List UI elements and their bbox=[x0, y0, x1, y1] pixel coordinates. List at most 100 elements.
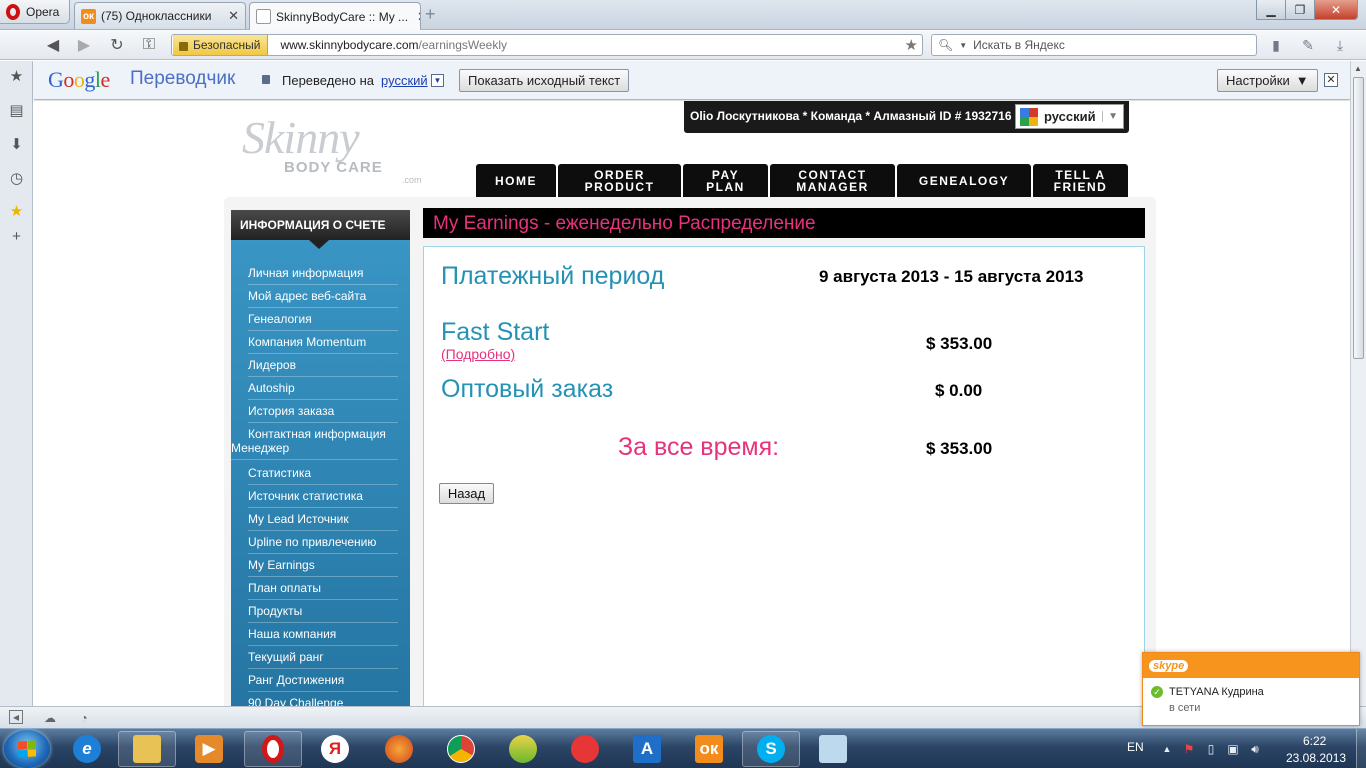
notes-icon[interactable]: ✎ bbox=[1300, 37, 1316, 53]
restore-window-button[interactable]: ❐ bbox=[1285, 0, 1315, 20]
sidebar-item-my-earnings[interactable]: My Earnings bbox=[248, 558, 398, 577]
scroll-thumb[interactable] bbox=[1353, 77, 1364, 359]
input-language[interactable]: EN bbox=[1127, 740, 1144, 754]
security-badge[interactable]: Безопасный bbox=[173, 35, 269, 55]
sidebar-item-90-day-challenge[interactable]: 90 Day Challenge bbox=[248, 696, 398, 706]
forward-arrow-icon[interactable]: ▶ bbox=[73, 35, 95, 55]
taskbar-notes[interactable] bbox=[804, 731, 862, 767]
taskbar-skype[interactable]: S bbox=[742, 731, 800, 767]
total-label: За все время: bbox=[618, 433, 780, 461]
sidebar-item-source-statistics[interactable]: Источник статистика bbox=[248, 489, 398, 508]
clock-date[interactable]: 23.08.2013 bbox=[1286, 751, 1346, 765]
sidebar-item-order-history[interactable]: История заказа bbox=[248, 404, 398, 423]
close-translate-bar-icon[interactable]: ✕ bbox=[1324, 73, 1338, 87]
sidebar-item-rank-achievement[interactable]: Ранг Достижения bbox=[248, 673, 398, 692]
start-button[interactable] bbox=[4, 730, 50, 768]
history-clock-icon[interactable]: ◷ bbox=[8, 169, 25, 187]
taskbar-yandex-browser[interactable]: Я bbox=[306, 731, 364, 767]
tab-close-icon[interactable]: ✕ bbox=[224, 8, 239, 24]
address-field[interactable]: Безопасный www.skinnybodycare.com/earnin… bbox=[171, 34, 923, 56]
taskbar-firefox[interactable] bbox=[370, 731, 428, 767]
sidebar-item-products[interactable]: Продукты bbox=[248, 604, 398, 623]
taskbar-mail-agent[interactable] bbox=[556, 731, 614, 767]
nav-genealogy[interactable]: GENEALOGY bbox=[897, 164, 1031, 197]
sidebar-item-lead-source[interactable]: My Lead Источник bbox=[248, 512, 398, 531]
bookmark-star-icon[interactable]: ★ bbox=[905, 36, 918, 54]
volume-icon[interactable]: 🔊︎ bbox=[1248, 742, 1262, 756]
language-dropdown-icon[interactable]: ▼ bbox=[431, 74, 444, 87]
cloud-icon[interactable]: ☁ bbox=[42, 710, 58, 726]
show-desktop-button[interactable] bbox=[1356, 729, 1366, 768]
clock-time[interactable]: 6:22 bbox=[1303, 734, 1326, 748]
target-language-link[interactable]: русский bbox=[381, 73, 428, 88]
nav-order-product[interactable]: ORDER PRODUCT bbox=[558, 164, 681, 197]
search-field[interactable]: 🔍︎ ▼ Искать в Яндекс bbox=[931, 34, 1257, 56]
translate-settings-button[interactable]: Настройки ▼ bbox=[1217, 69, 1318, 92]
sidebar-item-personal-info[interactable]: Личная информация bbox=[248, 266, 398, 285]
close-window-button[interactable]: ✕ bbox=[1314, 0, 1358, 20]
skype-header: skype bbox=[1143, 653, 1359, 678]
speed-dial-star-icon[interactable]: ★ bbox=[8, 202, 25, 220]
sidebar-item-contact-manager[interactable]: Контактная информация Менеджер bbox=[231, 427, 398, 460]
notes-panel-icon[interactable]: ▤ bbox=[8, 101, 25, 119]
taskbar-internet-explorer[interactable]: e bbox=[58, 731, 116, 767]
taskbar-explorer[interactable] bbox=[118, 731, 176, 767]
toggle-panel-icon[interactable]: ◂ bbox=[9, 710, 23, 724]
site-logo-script[interactable]: Skinny bbox=[242, 111, 360, 164]
sidebar-item-upline[interactable]: Upline по привлечению bbox=[248, 535, 398, 554]
back-arrow-icon[interactable]: ◀ bbox=[42, 35, 64, 55]
stats-icon[interactable]: ▮ bbox=[1268, 37, 1284, 53]
taskbar-app-a[interactable]: A bbox=[618, 731, 676, 767]
reload-icon[interactable]: ↻ bbox=[106, 35, 128, 55]
taskbar-odnoklassniki[interactable]: ок bbox=[680, 731, 738, 767]
downloads-panel-icon[interactable]: ⬇ bbox=[8, 135, 25, 153]
sidebar-item-momentum[interactable]: Компания Momentum bbox=[248, 335, 398, 354]
nav-tell-a-friend[interactable]: TELL A FRIEND bbox=[1033, 164, 1128, 197]
sidebar-item-pay-plan[interactable]: План оплаты bbox=[248, 581, 398, 600]
web-page: Skinny BODY CARE .com Olio Лоскутникова … bbox=[34, 101, 1350, 706]
download-icon[interactable]: ⤓ bbox=[1332, 37, 1348, 53]
fast-start-details-link[interactable]: (Подробно) bbox=[441, 346, 515, 362]
scroll-up-icon[interactable]: ▲ bbox=[1354, 64, 1362, 73]
sidebar-item-statistics[interactable]: Статистика bbox=[248, 466, 398, 485]
network-icon[interactable]: ▣ bbox=[1226, 742, 1240, 756]
add-panel-icon[interactable]: + bbox=[8, 228, 25, 245]
key-icon[interactable]: ⚿ bbox=[138, 35, 160, 55]
nav-home[interactable]: HOME bbox=[476, 164, 556, 197]
back-button[interactable]: Назад bbox=[439, 483, 494, 504]
tab-close-icon[interactable]: ✕ bbox=[413, 9, 420, 25]
site-logo-bodycare[interactable]: BODY CARE bbox=[284, 159, 383, 176]
nav-pay-plan[interactable]: PAY PLAN bbox=[683, 164, 768, 197]
user-info-bar: Olio Лоскутникова * Команда * Алмазный I… bbox=[684, 101, 1129, 133]
taskbar-media-player[interactable]: ▶ bbox=[180, 731, 238, 767]
flag-warning-icon[interactable]: ⚑ bbox=[1182, 742, 1196, 756]
sidebar-item-autoship[interactable]: Autoship bbox=[248, 381, 398, 400]
tab-skinnybodycare[interactable]: SkinnyBodyCare :: My ... ✕ bbox=[249, 2, 421, 30]
minimize-window-button[interactable]: ▁ bbox=[1256, 0, 1286, 20]
sidebar-item-current-rank[interactable]: Текущий ранг bbox=[248, 650, 398, 669]
taskbar-amigo[interactable] bbox=[494, 731, 552, 767]
sidebar-header: ИНФОРМАЦИЯ О СЧЕТЕ bbox=[231, 210, 410, 240]
skype-notification[interactable]: skype ✓ TETYANA Кудрина в сети bbox=[1142, 652, 1360, 726]
nav-contact-manager[interactable]: CONTACT MANAGER bbox=[770, 164, 895, 197]
new-tab-button[interactable]: + bbox=[425, 5, 436, 23]
tab-odnoklassniki[interactable]: ок (75) Одноклассники ✕ bbox=[74, 2, 246, 29]
odnoklassniki-icon: ок bbox=[695, 735, 723, 763]
site-language-select[interactable]: русский ▼ bbox=[1015, 104, 1124, 129]
sidebar-item-leaders[interactable]: Лидеров bbox=[248, 358, 398, 377]
windows-logo-icon bbox=[18, 740, 36, 758]
show-hidden-icons-icon[interactable]: ▲ bbox=[1160, 742, 1174, 756]
show-original-button[interactable]: Показать исходный текст bbox=[459, 69, 630, 92]
sidebar-item-genealogy[interactable]: Генеалогия bbox=[248, 312, 398, 331]
search-engine-dropdown-icon[interactable]: ▼ bbox=[959, 41, 967, 50]
device-icon[interactable]: ▯ bbox=[1204, 742, 1218, 756]
sidebar-item-website-address[interactable]: Мой адрес веб-сайта bbox=[248, 289, 398, 308]
taskbar-chrome[interactable] bbox=[432, 731, 490, 767]
opera-menu-button[interactable]: Opera bbox=[0, 0, 70, 24]
google-translate-icon bbox=[1020, 107, 1038, 126]
speed-icon[interactable]: ◔ bbox=[76, 710, 92, 726]
taskbar-opera[interactable] bbox=[244, 731, 302, 767]
sidebar-item-our-company[interactable]: Наша компания bbox=[248, 627, 398, 646]
page-scrollbar[interactable]: ▲ bbox=[1350, 61, 1366, 706]
bookmarks-star-icon[interactable]: ★ bbox=[8, 67, 25, 85]
